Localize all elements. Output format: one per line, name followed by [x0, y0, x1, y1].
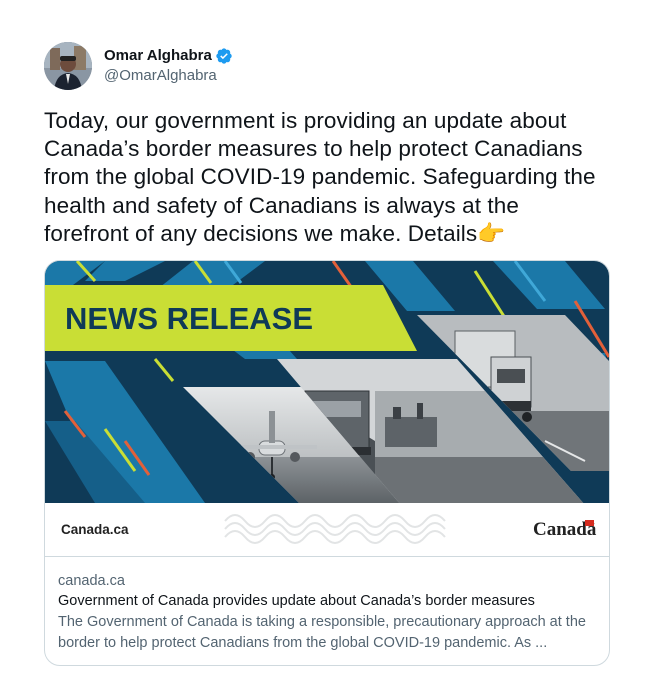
card-footer-band	[45, 503, 609, 555]
card-image: NEWS RELEASE Canada.ca Canadä	[45, 261, 609, 555]
card-meta: canada.ca Government of Canada provides …	[45, 556, 609, 665]
display-name-text: Omar Alghabra	[104, 47, 212, 64]
canada-ca-label: Canada.ca	[61, 522, 129, 537]
verified-badge-icon	[216, 48, 232, 64]
avatar-image	[44, 42, 92, 90]
display-name[interactable]: Omar Alghabra	[104, 46, 233, 66]
avatar[interactable]	[44, 42, 92, 90]
tweet-text: Today, our government is providing an up…	[44, 108, 596, 246]
tweet-header: Omar Alghabra @OmarAlghabra	[44, 40, 610, 92]
news-release-banner: NEWS RELEASE	[65, 301, 313, 336]
wave-pattern	[224, 514, 446, 544]
canada-flag-icon	[585, 520, 594, 526]
card-title: Government of Canada provides update abo…	[58, 593, 535, 609]
handle[interactable]: @OmarAlghabra	[104, 66, 233, 86]
author-names: Omar Alghabra @OmarAlghabra	[104, 46, 233, 86]
link-card[interactable]: NEWS RELEASE Canada.ca Canadä canada.ca …	[44, 260, 610, 666]
tweet: Omar Alghabra @OmarAlghabra Today, our g…	[44, 40, 610, 666]
card-description: The Government of Canada is taking a res…	[58, 614, 586, 651]
card-domain: canada.ca	[58, 573, 125, 589]
